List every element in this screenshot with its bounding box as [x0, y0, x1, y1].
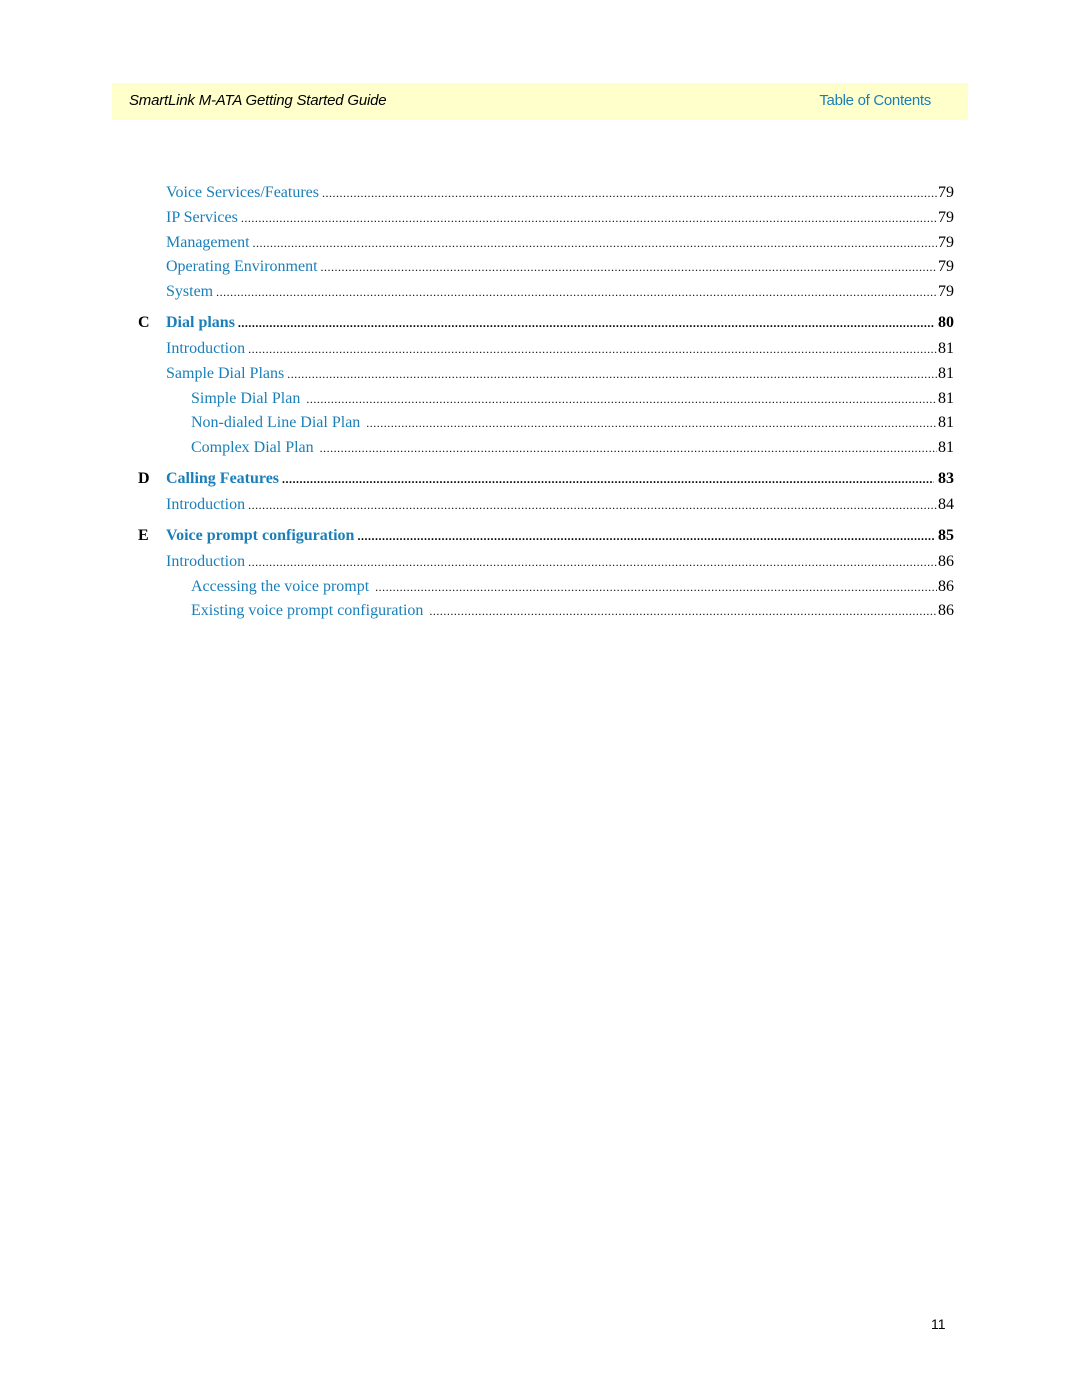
toc-entry[interactable]: IP Services 79: [138, 209, 954, 234]
toc-entry-title[interactable]: Dial plans: [138, 314, 238, 332]
dot-leader: [322, 186, 937, 201]
toc-entry-page[interactable]: 79: [937, 283, 954, 301]
toc-entry-title[interactable]: IP Services: [138, 209, 241, 227]
toc-entry-page[interactable]: 80: [934, 314, 954, 332]
toc-entry-page[interactable]: 81: [937, 340, 954, 358]
dot-leader: [375, 580, 937, 595]
toc-entry-title[interactable]: Introduction: [138, 553, 248, 571]
toc-entry-title[interactable]: Introduction: [138, 496, 248, 514]
toc-entry-title[interactable]: Operating Environment: [138, 258, 321, 276]
toc-entry-page[interactable]: 81: [937, 390, 954, 408]
toc-entry-title[interactable]: Calling Features: [138, 470, 282, 488]
toc-entry[interactable]: Sample Dial Plans 81: [138, 365, 954, 390]
dot-leader: [357, 529, 934, 544]
toc-entry-title[interactable]: Management: [138, 234, 253, 252]
chapter-letter: C: [138, 313, 150, 331]
toc-entry[interactable]: Management 79: [138, 234, 954, 259]
dot-leader: [238, 316, 934, 331]
toc-entry[interactable]: Introduction 81: [138, 340, 954, 365]
toc-entry[interactable]: Existing voice prompt configuration 86: [138, 602, 954, 627]
toc-entry[interactable]: Introduction 86: [138, 553, 954, 578]
toc-entry[interactable]: Operating Environment 79: [138, 258, 954, 283]
dot-leader: [306, 392, 937, 407]
toc-entry[interactable]: Introduction 84: [138, 496, 954, 521]
dot-leader: [321, 260, 937, 275]
toc-entry-page[interactable]: 86: [937, 578, 954, 596]
dot-leader: [248, 555, 937, 570]
toc-entry[interactable]: Accessing the voice prompt 86: [138, 578, 954, 603]
toc-entry-page[interactable]: 85: [934, 527, 954, 545]
toc-entry-page[interactable]: 81: [937, 365, 954, 383]
toc-entry-page[interactable]: 79: [937, 209, 954, 227]
chapter-letter: D: [138, 469, 150, 487]
page-header: SmartLink M-ATA Getting Started Guide Ta…: [112, 83, 968, 120]
dot-leader: [248, 342, 937, 357]
dot-leader: [366, 416, 937, 431]
toc-entry-title[interactable]: Non-dialed Line Dial Plan: [138, 414, 366, 432]
dot-leader: [253, 236, 937, 251]
toc-entry-page[interactable]: 81: [937, 414, 954, 432]
toc-entry-title[interactable]: Simple Dial Plan: [138, 390, 306, 408]
toc-entry-page[interactable]: 86: [937, 553, 954, 571]
toc-entry-page[interactable]: 79: [937, 258, 954, 276]
toc-entry-title[interactable]: Voice prompt configuration: [138, 527, 357, 545]
chapter-letter: E: [138, 526, 149, 544]
toc-entry-title[interactable]: Complex Dial Plan: [138, 439, 320, 457]
toc-entry-title[interactable]: Voice Services/Features: [138, 184, 322, 202]
toc-entry[interactable]: Simple Dial Plan 81: [138, 390, 954, 415]
toc-entry-page[interactable]: 79: [937, 184, 954, 202]
dot-leader: [248, 498, 937, 513]
toc-entry-page[interactable]: 79: [937, 234, 954, 252]
toc-chapter-entry[interactable]: CDial plans 80: [138, 314, 954, 340]
toc-entry-page[interactable]: 84: [937, 496, 954, 514]
toc-chapter-entry[interactable]: EVoice prompt configuration 85: [138, 527, 954, 553]
dot-leader: [287, 367, 937, 382]
toc-entry[interactable]: Voice Services/Features 79: [138, 184, 954, 209]
toc-entry[interactable]: System 79: [138, 283, 954, 308]
document-title: SmartLink M-ATA Getting Started Guide: [129, 92, 387, 109]
toc-entry-title[interactable]: Introduction: [138, 340, 248, 358]
toc-entry-page[interactable]: 86: [937, 602, 954, 620]
dot-leader: [282, 472, 934, 487]
dot-leader: [429, 604, 937, 619]
toc-entry-title[interactable]: Existing voice prompt configuration: [138, 602, 429, 620]
page-number: 11: [931, 1316, 946, 1332]
toc-entry-title[interactable]: Accessing the voice prompt: [138, 578, 375, 596]
dot-leader: [320, 441, 937, 456]
table-of-contents-link[interactable]: Table of Contents: [819, 92, 931, 109]
toc-entry[interactable]: Non-dialed Line Dial Plan 81: [138, 414, 954, 439]
toc-entry-page[interactable]: 81: [937, 439, 954, 457]
toc-entry-title[interactable]: System: [138, 283, 216, 301]
toc-entry-title[interactable]: Sample Dial Plans: [138, 365, 287, 383]
toc-entry-page[interactable]: 83: [934, 470, 954, 488]
dot-leader: [216, 285, 937, 300]
dot-leader: [241, 211, 937, 226]
table-of-contents: Voice Services/Features79IP Services79Ma…: [138, 184, 954, 627]
toc-chapter-entry[interactable]: DCalling Features 83: [138, 470, 954, 496]
toc-entry[interactable]: Complex Dial Plan 81: [138, 439, 954, 464]
